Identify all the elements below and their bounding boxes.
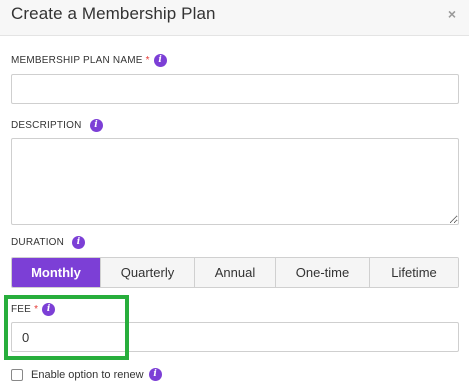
description-label: DESCRIPTION: [11, 120, 82, 131]
close-icon[interactable]: ×: [448, 6, 456, 22]
info-icon[interactable]: i: [148, 368, 162, 381]
required-marker: *: [145, 55, 150, 66]
fee-input[interactable]: [11, 322, 459, 352]
duration-option-one-time[interactable]: One-time: [276, 258, 370, 287]
renew-checkbox[interactable]: [11, 368, 23, 381]
duration-option-annual[interactable]: Annual: [195, 258, 276, 287]
duration-option-quarterly[interactable]: Quarterly: [101, 258, 195, 287]
renew-option[interactable]: Enable option to renew i: [11, 368, 162, 381]
description-textarea[interactable]: [11, 138, 459, 225]
fee-label-row: FEE * i: [11, 303, 56, 316]
plan-name-input[interactable]: [11, 74, 459, 104]
duration-selector: Monthly Quarterly Annual One-time Lifeti…: [11, 257, 459, 288]
description-label-row: DESCRIPTION i: [11, 119, 103, 132]
duration-label: DURATION: [11, 237, 65, 248]
plan-name-label: MEMBERSHIP PLAN NAME: [11, 55, 143, 66]
info-icon[interactable]: i: [89, 119, 103, 132]
duration-option-monthly[interactable]: Monthly: [12, 258, 101, 287]
dialog-header: Create a Membership Plan ×: [0, 0, 469, 36]
renew-label: Enable option to renew: [31, 368, 144, 381]
plan-name-label-row: MEMBERSHIP PLAN NAME * i: [11, 54, 167, 67]
info-icon[interactable]: i: [153, 54, 167, 67]
info-icon[interactable]: i: [42, 303, 56, 316]
fee-label: FEE: [11, 304, 32, 315]
duration-label-row: DURATION i: [11, 236, 86, 249]
duration-option-lifetime[interactable]: Lifetime: [370, 258, 458, 287]
dialog-title: Create a Membership Plan: [11, 4, 216, 23]
info-icon[interactable]: i: [72, 236, 86, 249]
required-marker: *: [34, 304, 39, 315]
